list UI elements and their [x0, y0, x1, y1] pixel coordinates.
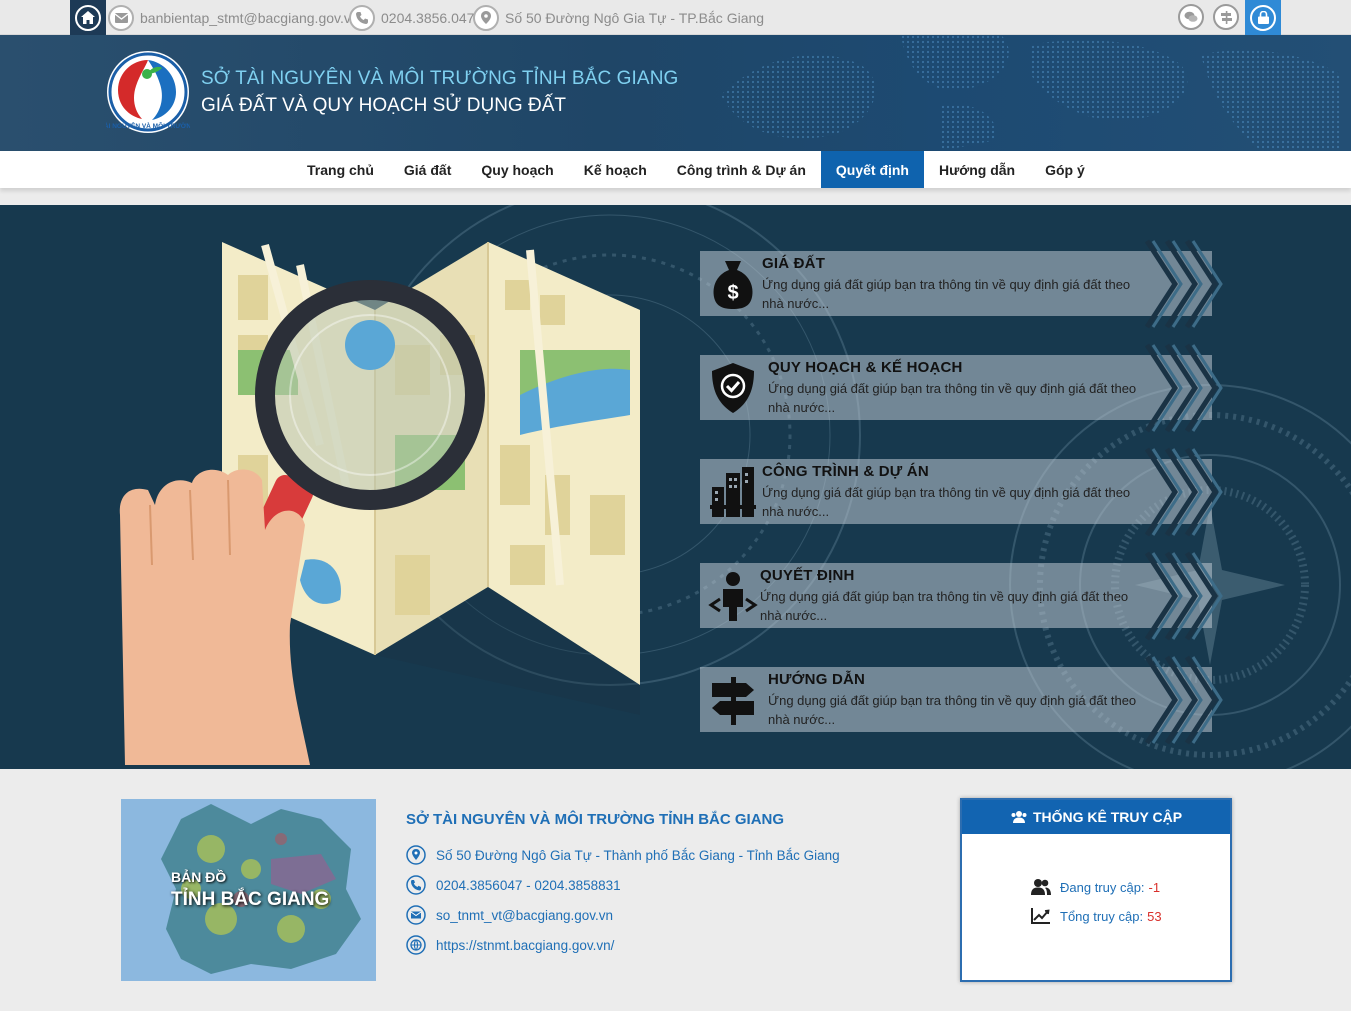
login-button[interactable] — [1245, 0, 1281, 35]
header-title: SỞ TÀI NGUYÊN VÀ MÔI TRƯỜNG TỈNH BẮC GIA… — [201, 68, 679, 89]
feature-title: GIÁ ĐẤT — [762, 255, 826, 272]
top-phone-text: 0204.3856.047 — [381, 9, 475, 26]
feature-description: Ứng dụng giá đất giúp bạn tra thông tin … — [768, 381, 1137, 415]
top-bar: banbientap_stmt@bacgiang.gov.vn 0204.385… — [0, 0, 1351, 35]
buildings-icon — [708, 465, 758, 519]
chat-icon — [1178, 4, 1204, 30]
nav-item-8[interactable]: Góp ý — [1030, 151, 1100, 188]
feature-description: Ứng dụng giá đất giúp bạn tra thông tin … — [768, 693, 1137, 727]
online-count-row: Đang truy cập: -1 — [1060, 880, 1160, 895]
feature-title: HƯỚNG DẪN — [768, 671, 866, 688]
footer-address-row: Số 50 Đường Ngô Gia Tự - Thành phố Bắc G… — [406, 845, 840, 865]
phone-icon — [406, 875, 426, 895]
footer-website-row[interactable]: https://stnmt.bacgiang.gov.vn/ — [406, 935, 614, 955]
feature-title: QUYẾT ĐỊNH — [760, 567, 855, 584]
map-label-small: BẢN ĐỒ — [171, 869, 227, 885]
chevrons-right-icon — [1145, 655, 1223, 745]
footer-email: so_tnmt_vt@bacgiang.gov.vn — [436, 907, 614, 923]
feature-title: CÔNG TRÌNH & DỰ ÁN — [762, 463, 929, 480]
online-label: Đang truy cập: — [1060, 880, 1145, 895]
feature-title: QUY HOẠCH & KẾ HOẠCH — [768, 359, 963, 376]
top-address-text: Số 50 Đường Ngô Gia Tự - TP.Bắc Giang — [505, 9, 765, 26]
chevrons-right-icon — [1145, 447, 1223, 537]
total-label: Tổng truy cập: — [1060, 909, 1144, 924]
footer-phone-row[interactable]: 0204.3856047 - 0204.3858831 — [406, 875, 621, 895]
map-label-large: TỈNH BẮC GIANG — [171, 889, 330, 910]
lock-icon — [1250, 4, 1276, 31]
footer-address: Số 50 Đường Ngô Gia Tự - Thành phố Bắc G… — [436, 847, 840, 863]
chevrons-right-icon — [1145, 551, 1223, 641]
mail-icon — [108, 4, 134, 31]
phone-icon — [349, 4, 375, 31]
svg-text:$: $ — [727, 282, 738, 304]
map-pin-icon — [473, 4, 499, 31]
province-map-banner[interactable]: BẢN ĐỒ TỈNH BẮC GIANG — [121, 799, 376, 981]
visitor-stats-panel: THỐNG KÊ TRUY CẬP Đang truy cập: -1 Tổng… — [960, 798, 1232, 982]
money-bag-icon: $ — [708, 257, 758, 311]
nav-item-3[interactable]: Quy hoạch — [466, 151, 568, 188]
chevrons-right-icon — [1145, 343, 1223, 433]
site-header: TÀI NGUYÊN VÀ MÔI TRƯỜNG SỞ TÀI NGUYÊN V… — [0, 35, 1351, 151]
nav-item-5[interactable]: Công trình & Dự án — [662, 151, 821, 188]
nav-item-4[interactable]: Kế hoạch — [569, 151, 662, 188]
nav-item-1[interactable]: Trang chủ — [292, 151, 389, 188]
feature-card-4[interactable]: QUYẾT ĐỊNH Ứng dụng giá đất giúp bạn tra … — [700, 551, 1230, 641]
main-nav: Trang chủ Giá đất Quy hoạch Kế hoạch Công tr… — [0, 151, 1351, 188]
top-email-text: banbientap_stmt@bacgiang.gov.vn — [140, 9, 359, 26]
top-phone[interactable]: 0204.3856.047 — [349, 4, 474, 31]
feature-card-2[interactable]: QUY HOẠCH & KẾ HOẠCH Ứng dụng giá đất giú… — [700, 343, 1230, 433]
header-subtitle: GIÁ ĐẤT VÀ QUY HOẠCH SỬ DỤNG ĐẤT — [201, 95, 566, 116]
sitemap-button[interactable] — [1213, 4, 1239, 30]
decision-person-icon — [708, 569, 758, 623]
home-icon — [75, 4, 101, 31]
nav-item-7[interactable]: Hướng dẫn — [924, 151, 1030, 188]
nav-item-2[interactable]: Giá đất — [389, 151, 466, 188]
signpost-icon — [1213, 4, 1239, 30]
feature-card-3[interactable]: CÔNG TRÌNH & DỰ ÁN Ứng dụng giá đất giúp … — [700, 447, 1230, 537]
users-icon — [1011, 811, 1027, 823]
shield-check-icon — [708, 361, 758, 415]
total-count-row: Tổng truy cập: 53 — [1060, 909, 1162, 924]
total-value: 53 — [1147, 909, 1162, 924]
home-button[interactable] — [70, 0, 106, 35]
feature-card-5[interactable]: HƯỚNG DẪN Ứng dụng giá đất giúp bạn tra t… — [700, 655, 1230, 745]
feature-card-1[interactable]: $ GIÁ ĐẤT Ứng dụng giá đất giúp bạn tra th… — [700, 239, 1230, 329]
hero-section: $ GIÁ ĐẤT Ứng dụng giá đất giúp bạn tra th… — [0, 205, 1351, 769]
top-address: Số 50 Đường Ngô Gia Tự - TP.Bắc Giang — [473, 4, 764, 31]
top-email[interactable]: banbientap_stmt@bacgiang.gov.vn — [108, 4, 359, 31]
globe-icon — [406, 935, 426, 955]
world-map-decoration — [721, 35, 1341, 151]
stats-header: THỐNG KÊ TRUY CẬP — [962, 800, 1230, 834]
signpost-icon — [708, 673, 758, 727]
mail-icon — [406, 905, 426, 925]
online-value: -1 — [1148, 880, 1161, 895]
svg-text:TÀI NGUYÊN VÀ MÔI TRƯỜNG: TÀI NGUYÊN VÀ MÔI TRƯỜNG — [106, 121, 190, 130]
chat-button[interactable] — [1178, 4, 1204, 30]
feature-description: Ứng dụng giá đất giúp bạn tra thông tin … — [760, 589, 1129, 623]
feature-description: Ứng dụng giá đất giúp bạn tra thông tin … — [762, 277, 1131, 311]
logo-icon: TÀI NGUYÊN VÀ MÔI TRƯỜNG — [106, 51, 190, 133]
feature-description: Ứng dụng giá đất giúp bạn tra thông tin … — [762, 485, 1131, 519]
footer-phone: 0204.3856047 - 0204.3858831 — [436, 877, 621, 893]
chevrons-right-icon — [1145, 239, 1223, 329]
footer-email-row[interactable]: so_tnmt_vt@bacgiang.gov.vn — [406, 905, 613, 925]
footer-org-title: SỞ TÀI NGUYÊN VÀ MÔI TRƯỜNG TỈNH BẮC GIA… — [406, 811, 785, 828]
online-users-icon — [1031, 879, 1051, 895]
stats-title: THỐNG KÊ TRUY CẬP — [1032, 809, 1183, 825]
map-pin-icon — [406, 845, 426, 865]
chart-line-icon — [1031, 908, 1050, 924]
footer-website: https://stnmt.bacgiang.gov.vn/ — [436, 937, 615, 953]
nav-item-6[interactable]: Quyết định — [820, 151, 924, 188]
footer: BẢN ĐỒ TỈNH BẮC GIANG SỞ TÀI NGUYÊN VÀ M… — [0, 769, 1351, 1011]
